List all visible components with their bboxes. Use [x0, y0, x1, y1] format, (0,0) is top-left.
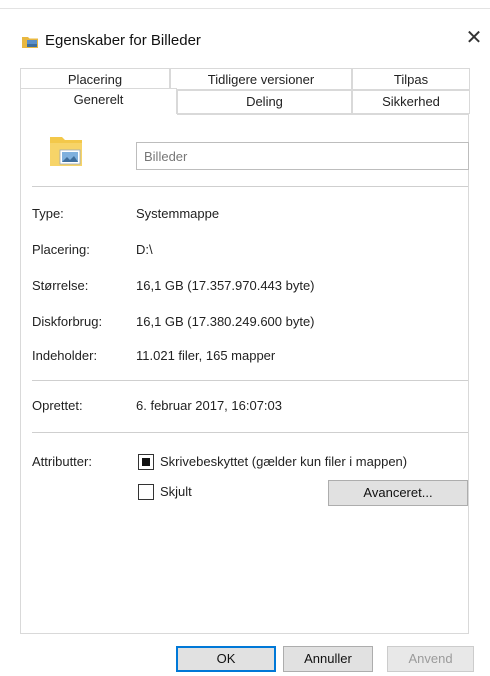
tab-sikkerhed[interactable]: Sikkerhed [352, 90, 470, 114]
apply-button[interactable]: Anvend [387, 646, 474, 672]
type-value: Systemmappe [136, 206, 220, 221]
window-title: Egenskaber for Billeder [45, 32, 201, 49]
type-label: Type: [32, 206, 64, 221]
attributes-label: Attributter: [32, 454, 92, 469]
created-value: 6. februar 2017, 16:07:03 [136, 398, 283, 413]
cancel-button[interactable]: Annuller [283, 646, 373, 672]
disk-usage-label: Diskforbrug: [32, 314, 103, 329]
hidden-checkbox[interactable] [138, 484, 154, 500]
ok-button[interactable]: OK [176, 646, 276, 672]
location-value: D:\ [136, 242, 153, 257]
window-top-edge [0, 0, 490, 9]
folder-name-input[interactable] [136, 142, 469, 170]
close-icon[interactable]: ✕ [462, 26, 486, 50]
tab-tilpas[interactable]: Tilpas [352, 68, 470, 90]
tab-placering[interactable]: Placering [20, 68, 170, 90]
panel-top-border [177, 114, 469, 115]
general-panel [20, 114, 469, 634]
readonly-checkbox[interactable] [138, 454, 154, 470]
hidden-label[interactable]: Skjult [160, 484, 192, 499]
tab-deling[interactable]: Deling [177, 90, 352, 114]
advanced-button[interactable]: Avanceret... [328, 480, 468, 506]
divider-2 [32, 380, 468, 381]
pictures-folder-icon [50, 137, 82, 166]
readonly-label[interactable]: Skrivebeskyttet (gælder kun filer i mapp… [160, 454, 407, 469]
divider-1 [32, 186, 468, 187]
tab-tidligere-versioner[interactable]: Tidligere versioner [170, 68, 352, 90]
disk-usage-value: 16,1 GB (17.380.249.600 byte) [136, 314, 315, 329]
created-label: Oprettet: [32, 398, 83, 413]
contains-value: 11.021 filer, 165 mapper [136, 348, 276, 363]
tab-generelt[interactable]: Generelt [20, 88, 177, 114]
title-bar[interactable]: Egenskaber for Billeder ✕ [0, 10, 490, 54]
location-label: Placering: [32, 242, 90, 257]
contains-label: Indeholder: [32, 348, 98, 363]
size-value: 16,1 GB (17.357.970.443 byte) [136, 278, 315, 293]
divider-3 [32, 432, 468, 433]
size-label: Størrelse: [32, 278, 89, 293]
folder-icon [22, 37, 38, 48]
